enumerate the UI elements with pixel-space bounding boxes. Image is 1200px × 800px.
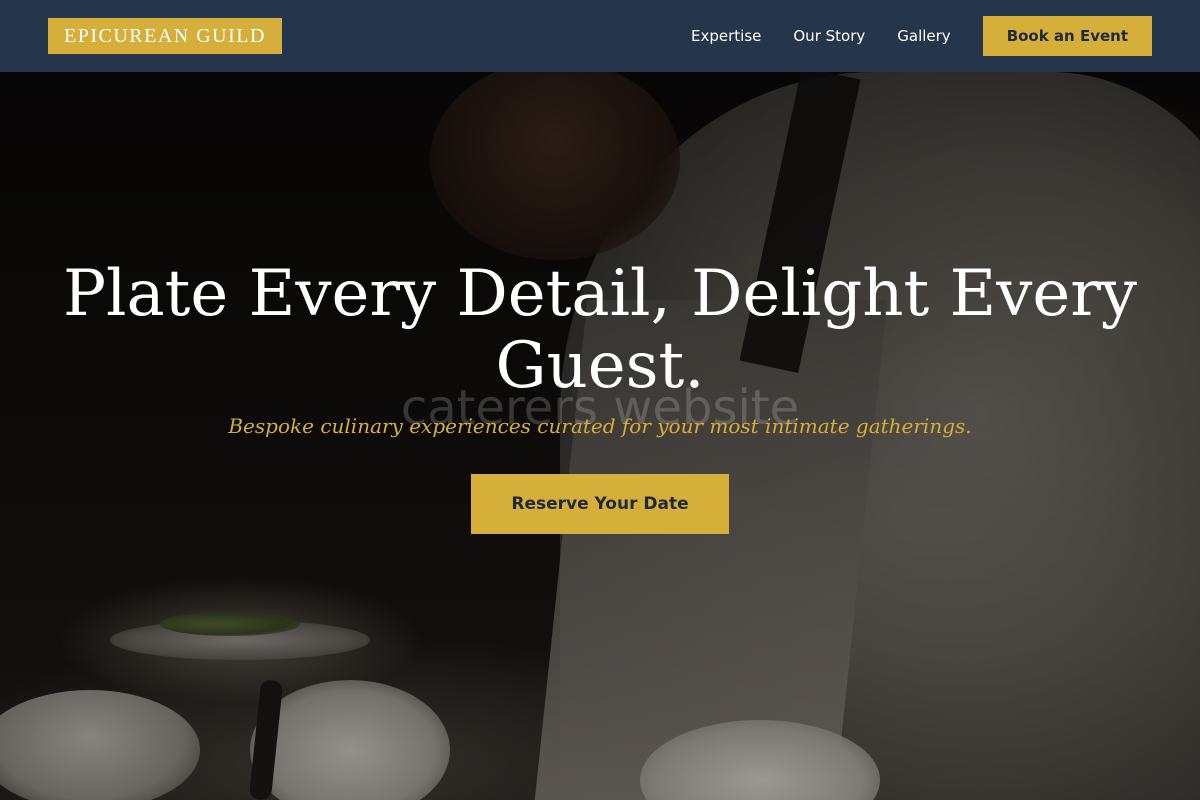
nav-links: Expertise Our Story Gallery Book an Even… (659, 16, 1152, 56)
brand-logo[interactable]: EPICUREAN GUILD (48, 18, 282, 54)
hero-title: Plate Every Detail, Delight Every Guest. (62, 257, 1138, 403)
nav-link-gallery[interactable]: Gallery (897, 27, 950, 45)
nav-link-expertise[interactable]: Expertise (691, 27, 761, 45)
hero-content: Plate Every Detail, Delight Every Guest.… (0, 258, 1200, 534)
reserve-date-button[interactable]: Reserve Your Date (471, 474, 729, 534)
book-event-button[interactable]: Book an Event (982, 16, 1152, 56)
navbar: EPICUREAN GUILD Expertise Our Story Gall… (0, 0, 1200, 72)
nav-link-our-story[interactable]: Our Story (793, 27, 865, 45)
hero-subtitle: Bespoke culinary experiences curated for… (228, 414, 972, 438)
